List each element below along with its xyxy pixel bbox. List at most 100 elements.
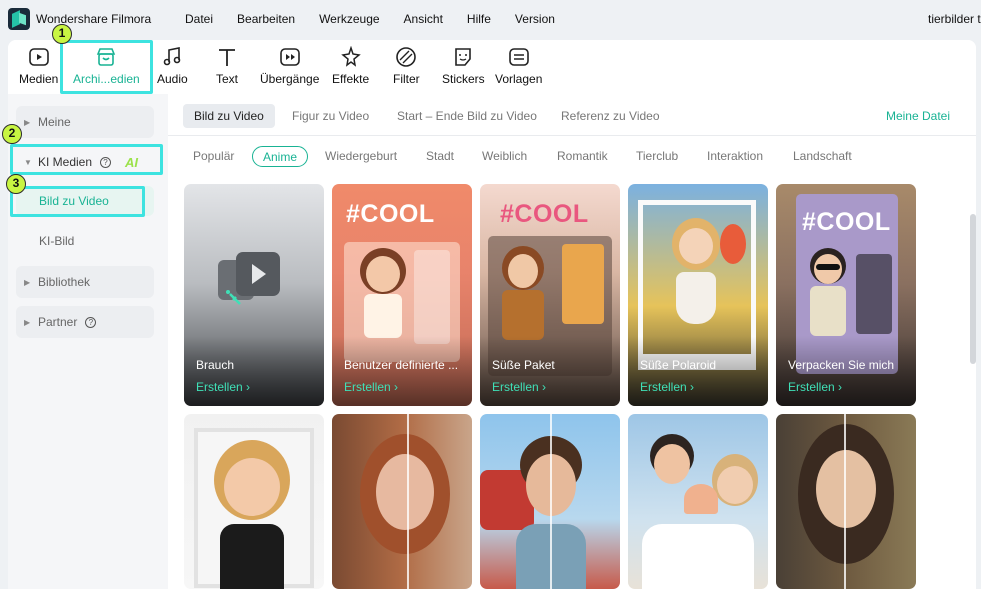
card-title: Benutzer definierte ... [344, 358, 459, 372]
category-wiedergeburt[interactable]: Wiedergeburt [325, 146, 397, 167]
menu-bearbeiten[interactable]: Bearbeiten [237, 12, 295, 26]
sticker-icon [455, 48, 472, 66]
category-stadt[interactable]: Stadt [426, 146, 454, 167]
filter-icon [396, 47, 417, 67]
card-overlay-text: #COOL [346, 200, 435, 228]
tab-referenz-zu-video[interactable]: Referenz zu Video [561, 104, 660, 128]
app-title: Wondershare Filmora [36, 12, 152, 26]
expand-arrow-icon: ▶ [24, 117, 31, 127]
filmora-logo-icon [8, 8, 30, 30]
text-icon [219, 49, 235, 66]
category-bar: Populär Anime Wiedergeburt Stadt Weiblic… [168, 146, 976, 170]
category-tierclub[interactable]: Tierclub [636, 146, 678, 167]
music-note-icon [164, 47, 181, 66]
toolbar-medien[interactable]: Medien [19, 46, 58, 86]
template-card-benutzer[interactable]: #COOL Benutzer definierte ... Erstellen … [332, 184, 472, 406]
create-button[interactable]: Erstellen › [640, 380, 694, 394]
menu-werkzeuge[interactable]: Werkzeuge [319, 12, 379, 26]
toolbar-medien-label: Medien [19, 72, 59, 86]
category-anime[interactable]: Anime [252, 146, 309, 167]
main-window: Medien Archi...edien Audio Text Übergäng… [8, 40, 976, 589]
template-card-row2-3[interactable] [480, 414, 620, 589]
sidebar-item-meine[interactable]: ▶ Meine [16, 106, 154, 138]
toolbar-archi-medien[interactable]: Archi...edien [73, 46, 140, 86]
card-title: Süße Paket [492, 358, 555, 372]
card-overlay-text: #COOL [500, 200, 589, 228]
title-bar: Wondershare Filmora Datei Bearbeiten Wer… [0, 0, 981, 40]
menu-version[interactable]: Version [515, 12, 555, 26]
help-icon[interactable]: ? [100, 156, 112, 168]
sidebar-item-ki-medien[interactable]: ▼ KI Medien ? AI [16, 146, 154, 178]
store-icon [97, 48, 116, 66]
expand-arrow-icon: ▶ [24, 317, 31, 327]
sidebar-item-bibliothek[interactable]: ▶ Bibliothek [16, 266, 154, 298]
tab-bild-zu-video[interactable]: Bild zu Video [183, 104, 275, 128]
toolbar-archi-medien-label: Archi...edien [73, 72, 140, 86]
figure-face [366, 256, 400, 292]
template-card-suesse-paket[interactable]: #COOL Süße Paket Erstellen › [480, 184, 620, 406]
menu-hilfe[interactable]: Hilfe [467, 12, 491, 26]
toolbar-audio[interactable]: Audio [157, 46, 188, 86]
create-button[interactable]: Erstellen › [788, 380, 842, 394]
ai-badge: AI [125, 154, 139, 170]
create-button[interactable]: Erstellen › [344, 380, 398, 394]
toolbar-filter-label: Filter [393, 72, 420, 86]
tab-start-ende-bild-zu-video[interactable]: Start – Ende Bild zu Video [397, 104, 537, 128]
category-landschaft[interactable]: Landschaft [793, 146, 852, 167]
menu-datei[interactable]: Datei [185, 12, 213, 26]
collapse-arrow-icon: ▼ [24, 157, 32, 167]
template-card-row2-5[interactable] [776, 414, 916, 589]
card-title: Verpacken Sie mich [788, 358, 895, 372]
card-title: Brauch [196, 358, 235, 372]
template-card-verpacken-sie-mich[interactable]: #COOL Verpacken Sie mich Erstellen › [776, 184, 916, 406]
step-badge-2: 2 [2, 124, 22, 144]
step-badge-1: 1 [52, 24, 72, 44]
sidebar-item-partner[interactable]: ▶ Partner ? [16, 306, 154, 338]
scrollbar[interactable] [970, 214, 976, 364]
figure-face [816, 450, 876, 528]
category-weiblich[interactable]: Weiblich [482, 146, 527, 167]
step-badge-3: 3 [6, 174, 26, 194]
toolbar-effekte[interactable]: Effekte [332, 46, 369, 86]
template-card-row2-2[interactable] [332, 414, 472, 589]
category-romantik[interactable]: Romantik [557, 146, 608, 167]
template-card-brauch[interactable]: Brauch Erstellen › [184, 184, 324, 406]
toolbar-vorlagen[interactable]: Vorlagen [495, 46, 542, 86]
effects-icon [340, 46, 361, 67]
media-icon [28, 48, 49, 66]
figure-face [654, 444, 690, 484]
toolbar-stickers[interactable]: Stickers [442, 46, 485, 86]
tab-figur-zu-video[interactable]: Figur zu Video [292, 104, 369, 128]
toolbar-audio-label: Audio [157, 72, 188, 86]
image-to-video-icon [218, 252, 280, 305]
subtab-bar: Bild zu Video Figur zu Video Start – End… [168, 94, 976, 136]
figure-face [224, 458, 280, 516]
menu-ansicht[interactable]: Ansicht [404, 12, 443, 26]
template-card-row2-4[interactable] [628, 414, 768, 589]
content-panel: Bild zu Video Figur zu Video Start – End… [168, 94, 976, 589]
figure-face [679, 228, 713, 264]
create-button[interactable]: Erstellen › [492, 380, 546, 394]
card-overlay-text: #COOL [802, 208, 891, 236]
menu-bar: Datei Bearbeiten Werkzeuge Ansicht Hilfe… [185, 12, 579, 26]
template-card-row2-1[interactable] [184, 414, 324, 589]
sidebar-item-label: Bibliothek [38, 275, 91, 289]
toolbar-text-label: Text [216, 72, 239, 86]
sidebar-item-ki-bild[interactable]: KI-Bild [16, 226, 154, 256]
category-interaktion[interactable]: Interaktion [707, 146, 763, 167]
project-name: tierbilder t [928, 12, 981, 26]
toolbar-filter[interactable]: Filter [393, 46, 420, 86]
toolbar-uebergaenge-label: Übergänge [260, 72, 320, 86]
sidebar-item-bild-zu-video[interactable]: Bild zu Video [16, 186, 154, 216]
create-button[interactable]: Erstellen › [196, 380, 250, 394]
toolbar: Medien Archi...edien Audio Text Übergäng… [8, 40, 976, 94]
my-files-link[interactable]: Meine Datei [886, 104, 950, 128]
card-title: Süße Polaroid [640, 358, 717, 372]
help-icon[interactable]: ? [85, 316, 97, 328]
template-card-suesse-polaroid[interactable]: Süße Polaroid Erstellen › [628, 184, 768, 406]
toolbar-uebergaenge[interactable]: Übergänge [260, 46, 319, 86]
sidebar: ▶ Meine ▼ KI Medien ? AI Bild zu Video K… [8, 94, 168, 589]
category-populaer[interactable]: Populär [193, 146, 234, 167]
template-grid: Brauch Erstellen › #COOL Benutzer defini… [184, 184, 924, 589]
toolbar-text[interactable]: Text [216, 46, 238, 86]
